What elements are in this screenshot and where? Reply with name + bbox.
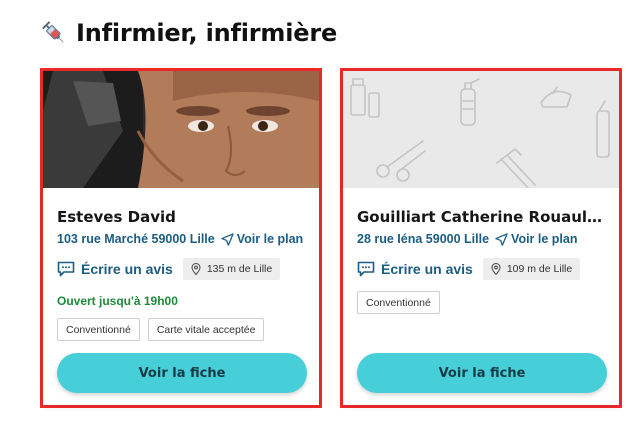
address-row: 103 rue Marché 59000 Lille Voir le plan [57,232,303,246]
practitioner-card[interactable]: Gouilliart Catherine Rouault I... 28 rue… [340,68,622,408]
review-row: Écrire un avis 109 m de Lille [357,258,581,280]
medical-items-illustration [350,78,610,188]
distance-badge: 135 m de Lille [182,258,281,280]
practitioner-card[interactable]: Esteves David 103 rue Marché 59000 Lille… [40,68,322,408]
page-title: Infirmier, infirmière [76,19,338,47]
address-row: 28 rue Iéna 59000 Lille Voir le plan [357,232,577,246]
placeholder-image [343,71,619,188]
comment-icon [357,261,375,277]
navigation-arrow-icon [495,232,508,246]
location-pin-icon [491,263,501,275]
practitioner-address: 103 rue Marché 59000 Lille [57,232,215,246]
view-details-button[interactable]: Voir la fiche [57,353,307,393]
card-body: Gouilliart Catherine Rouault I... 28 rue… [343,71,619,405]
practitioner-photo-image [43,71,319,188]
practitioner-photo [43,71,319,188]
review-row: Écrire un avis 135 m de Lille [57,258,281,280]
location-pin-icon [191,263,201,275]
section-header: Infirmier, infirmière [40,16,337,50]
write-review-link[interactable]: Écrire un avis [57,261,173,277]
tag-badge: Conventionné [57,318,140,341]
card-body: Esteves David 103 rue Marché 59000 Lille… [43,71,319,405]
opening-status: Ouvert jusqu'à 19h00 [57,294,178,308]
write-review-link[interactable]: Écrire un avis [357,261,473,277]
tag-badge: Carte vitale acceptée [147,318,265,341]
practitioner-name: Esteves David [57,208,176,226]
tags-list: Conventionné [357,291,448,314]
distance-badge: 109 m de Lille [482,258,581,280]
syringe-icon [42,21,64,43]
tags-list: Conventionné Carte vitale acceptée [57,318,272,341]
view-map-link[interactable]: Voir le plan [221,232,303,246]
practitioner-name: Gouilliart Catherine Rouault I... [357,208,609,226]
view-details-button[interactable]: Voir la fiche [357,353,607,393]
practitioner-address: 28 rue Iéna 59000 Lille [357,232,490,246]
tag-badge: Conventionné [357,291,440,314]
navigation-arrow-icon [221,232,234,246]
view-map-link[interactable]: Voir le plan [495,232,577,246]
comment-icon [57,261,75,277]
